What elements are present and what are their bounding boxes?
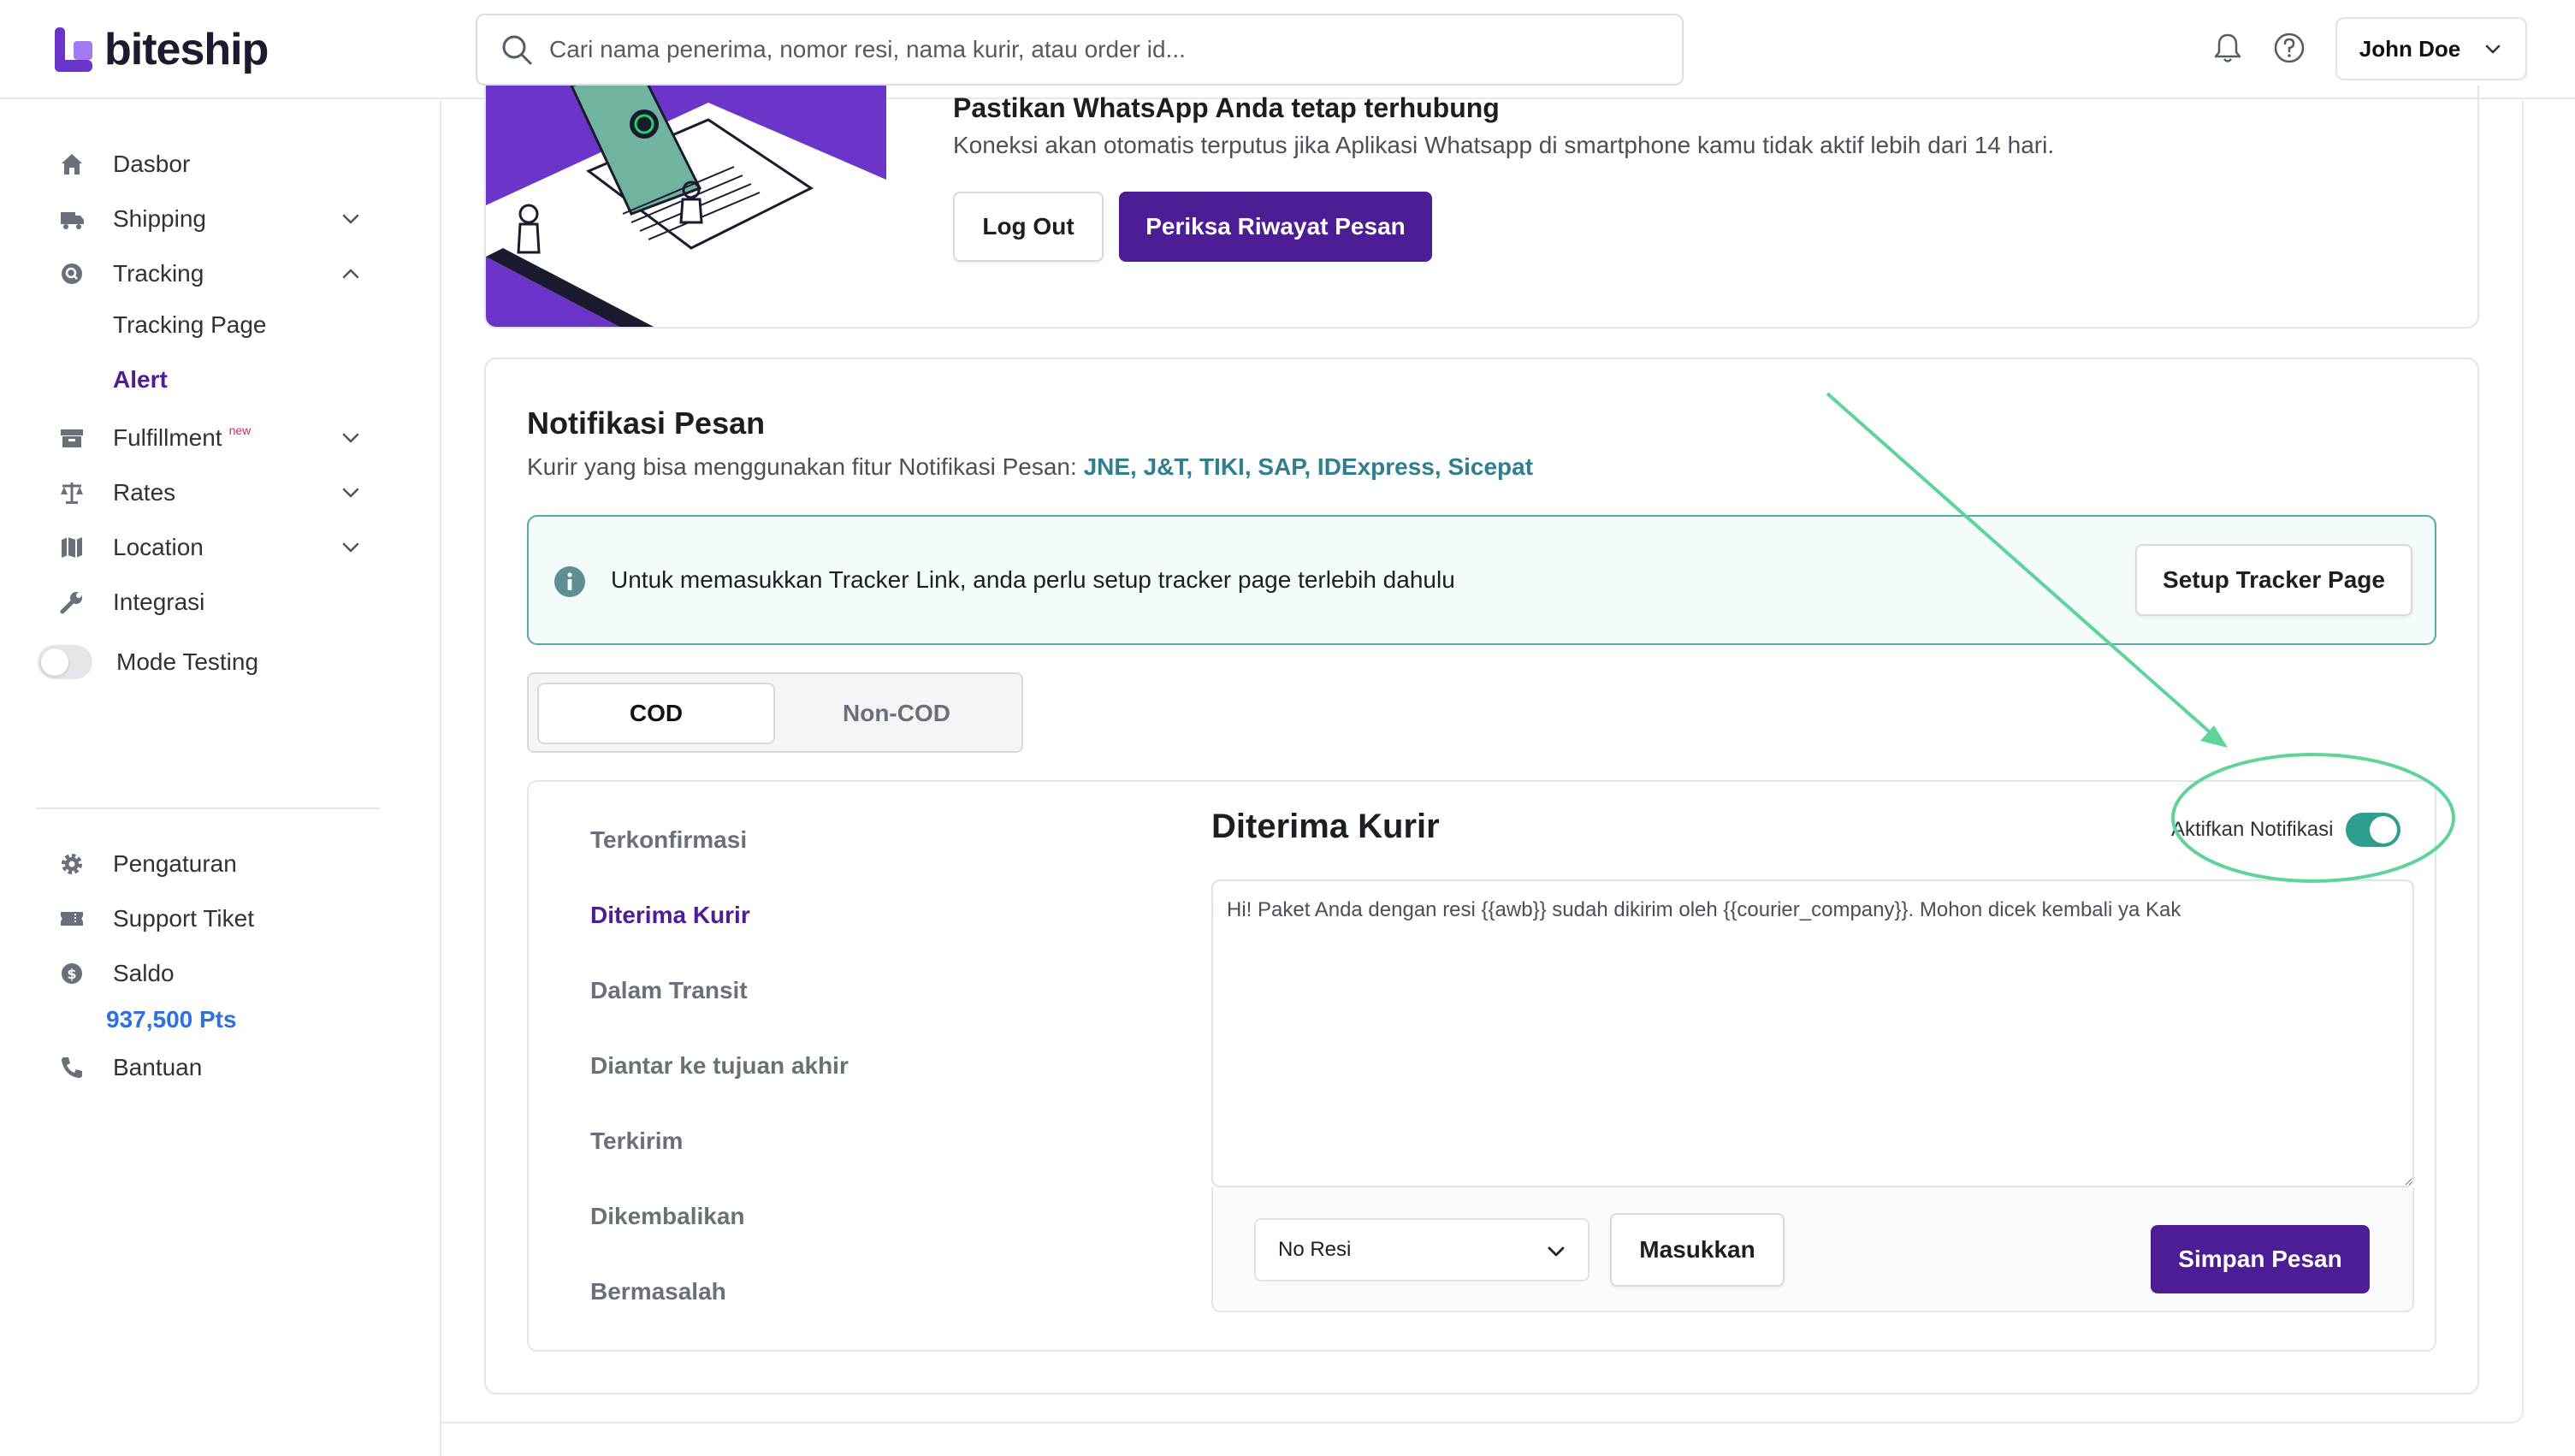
status-diterima-kurir[interactable]: Diterima Kurir	[590, 902, 750, 929]
whatsapp-title-visible: Pastikan WhatsApp Anda tetap terhubung	[953, 92, 1500, 123]
status-terkonfirmasi[interactable]: Terkonfirmasi	[590, 826, 747, 854]
status-dikembalikan[interactable]: Dikembalikan	[590, 1203, 745, 1230]
truck-icon	[55, 202, 89, 236]
map-icon	[55, 530, 89, 565]
chevron-up-icon	[342, 269, 359, 279]
laptop-illustration	[486, 86, 886, 327]
sidebar-item-dasbor[interactable]: Dasbor	[55, 144, 363, 185]
sidebar-item-shipping[interactable]: Shipping	[55, 198, 363, 240]
sidebar-item-label: Dasbor	[113, 151, 191, 177]
top-bar: biteship John Doe	[0, 0, 2575, 99]
sidebar-item-integrasi[interactable]: Integrasi	[55, 582, 363, 623]
mode-testing-toggle-row[interactable]: Mode Testing	[38, 642, 363, 683]
wrench-icon	[55, 585, 89, 619]
sidebar: Dasbor Shipping Tracking Tracking Page A…	[0, 101, 441, 1456]
message-history-button[interactable]: Periksa Riwayat Pesan	[1119, 192, 1432, 262]
sidebar-item-saldo[interactable]: $ Saldo	[55, 953, 363, 994]
chevron-down-icon	[342, 542, 359, 553]
chevron-down-icon	[1548, 1246, 1565, 1257]
search-icon	[502, 35, 532, 65]
panel-title: Diterima Kurir	[1211, 808, 1440, 845]
sidebar-item-tracking[interactable]: Tracking	[55, 253, 363, 294]
sidebar-subitem-tracking-page[interactable]: Tracking Page	[113, 311, 267, 339]
archive-icon	[55, 421, 89, 455]
sidebar-item-label: Mode Testing	[116, 648, 259, 675]
chevron-down-icon	[342, 214, 359, 224]
dollar-icon: $	[55, 956, 89, 991]
bell-icon[interactable]	[2211, 31, 2245, 65]
sidebar-item-location[interactable]: Location	[55, 527, 363, 568]
svg-text:$: $	[67, 966, 76, 982]
whatsapp-description: Koneksi akan otomatis terputus jika Apli…	[953, 132, 2055, 158]
tab-non-cod[interactable]: Non-COD	[778, 683, 1015, 744]
status-terkirim[interactable]: Terkirim	[590, 1128, 683, 1155]
new-badge: new	[228, 423, 252, 437]
sidebar-item-label: Shipping	[113, 205, 206, 232]
home-icon	[55, 147, 89, 181]
sidebar-item-label: Rates	[113, 479, 176, 506]
variable-select[interactable]: No Resi	[1254, 1218, 1589, 1281]
notification-toggle-label: Aktifkan Notifikasi	[2171, 818, 2334, 841]
sidebar-item-fulfillment[interactable]: Fulfillment new	[55, 417, 363, 459]
sidebar-item-label: Pengaturan	[113, 850, 237, 877]
status-diantar[interactable]: Diantar ke tujuan akhir	[590, 1052, 849, 1080]
user-menu-button[interactable]: John Doe	[2335, 17, 2527, 80]
courier-list: JNE, J&T, TIKI, SAP, IDExpress, Sicepat	[1083, 453, 1534, 480]
scale-icon	[55, 476, 89, 510]
phone-icon	[55, 1051, 89, 1085]
message-textarea[interactable]: Hi! Paket Anda dengan resi {{awb}} sudah…	[1211, 879, 2414, 1187]
sidebar-item-label: Location	[113, 534, 204, 560]
sidebar-divider	[36, 808, 380, 809]
ticket-icon	[55, 902, 89, 936]
sidebar-item-label: Integrasi	[113, 589, 205, 615]
saldo-points: 937,500 Pts	[106, 1006, 237, 1033]
search-bar[interactable]	[476, 14, 1684, 86]
notification-title: Notifikasi Pesan	[527, 405, 766, 441]
sidebar-item-rates[interactable]: Rates	[55, 472, 363, 513]
notification-subtitle: Kurir yang bisa menggunakan fitur Notifi…	[527, 453, 1533, 481]
sidebar-item-label: Tracking	[113, 260, 204, 287]
sidebar-item-bantuan[interactable]: Bantuan	[55, 1047, 363, 1088]
status-bermasalah[interactable]: Bermasalah	[590, 1278, 726, 1305]
chevron-down-icon	[342, 433, 359, 443]
chevron-down-icon	[2485, 44, 2501, 54]
setup-tracker-page-button[interactable]: Setup Tracker Page	[2135, 544, 2412, 616]
logout-button[interactable]: Log Out	[953, 192, 1104, 262]
brand-name: biteship	[104, 25, 269, 74]
sidebar-item-support-tiket[interactable]: Support Tiket	[55, 898, 363, 939]
insert-variable-button[interactable]: Masukkan	[1610, 1213, 1785, 1287]
sidebar-subitem-alert[interactable]: Alert	[113, 366, 168, 394]
search-input[interactable]	[549, 36, 1661, 63]
sidebar-item-label: Saldo	[113, 960, 175, 986]
status-dalam-transit[interactable]: Dalam Transit	[590, 977, 748, 1004]
biteship-logo-icon	[55, 27, 92, 72]
notification-toggle[interactable]	[2346, 813, 2400, 847]
sidebar-item-pengaturan[interactable]: Pengaturan	[55, 843, 363, 885]
chevron-down-icon	[342, 488, 359, 498]
gear-icon	[55, 847, 89, 881]
tracking-icon	[55, 257, 89, 291]
tracker-info-text: Untuk memasukkan Tracker Link, anda perl…	[611, 566, 1455, 593]
whatsapp-illustration	[486, 86, 886, 327]
sidebar-item-label: Fulfillment	[113, 424, 222, 451]
variable-select-value: No Resi	[1278, 1238, 1352, 1261]
mode-testing-toggle[interactable]	[38, 645, 92, 679]
user-name: John Doe	[2359, 35, 2461, 62]
courier-list-prefix: Kurir yang bisa menggunakan fitur Notifi…	[527, 453, 1077, 480]
tab-cod[interactable]: COD	[537, 683, 775, 744]
sidebar-item-label: Bantuan	[113, 1054, 203, 1080]
save-message-button[interactable]: Simpan Pesan	[2151, 1225, 2370, 1293]
help-icon[interactable]	[2272, 31, 2306, 65]
biteship-logo[interactable]: biteship	[53, 24, 269, 75]
info-icon	[554, 566, 585, 597]
sidebar-item-label: Support Tiket	[113, 905, 254, 932]
